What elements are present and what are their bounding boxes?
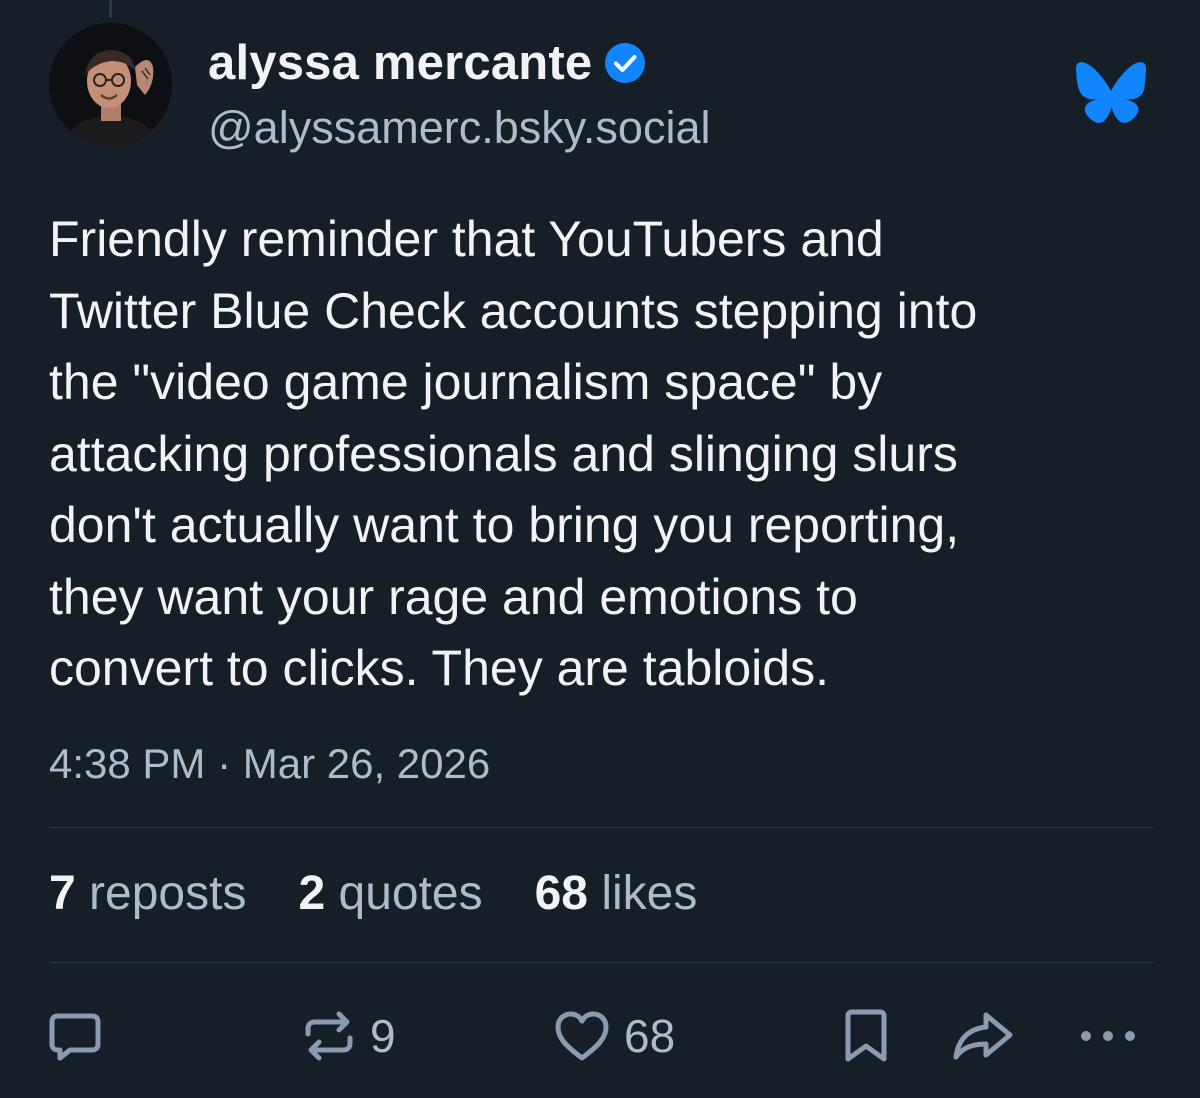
reposts-stat[interactable]: 7 reposts — [49, 866, 246, 921]
likes-label: likes — [588, 867, 698, 920]
reply-button[interactable] — [46, 1006, 104, 1066]
engagement-stats: 7 reposts 2 quotes 68 likes — [49, 866, 749, 921]
post-text: Friendly reminder that YouTubers and Twi… — [49, 211, 978, 696]
share-arrow-icon — [953, 1012, 1013, 1060]
author-block: alyssa mercante @alyssamerc.bsky.social — [208, 34, 710, 154]
repost-count: 9 — [370, 1010, 396, 1062]
avatar[interactable] — [49, 23, 172, 146]
reposts-label: reposts — [75, 867, 247, 920]
verified-badge-icon[interactable] — [604, 42, 646, 84]
repost-button[interactable]: 9 — [300, 1006, 396, 1066]
user-handle[interactable]: @alyssamerc.bsky.social — [208, 102, 710, 154]
bookmark-button[interactable] — [840, 1006, 892, 1066]
post-card: alyssa mercante @alyssamerc.bsky.social … — [0, 0, 1200, 1098]
like-button[interactable]: 68 — [552, 1006, 675, 1066]
name-row: alyssa mercante — [208, 34, 710, 92]
likes-stat[interactable]: 68 likes — [535, 866, 698, 921]
bookmark-icon — [845, 1009, 887, 1062]
quotes-stat[interactable]: 2 quotes — [298, 866, 482, 921]
share-button[interactable] — [950, 1006, 1016, 1066]
divider — [49, 827, 1153, 828]
bluesky-butterfly-icon[interactable] — [1076, 62, 1146, 124]
post-timestamp[interactable]: 4:38 PM · Mar 26, 2026 — [49, 740, 490, 788]
repost-arrows-icon — [305, 1011, 353, 1061]
likes-count: 68 — [534, 867, 588, 920]
more-options-button[interactable] — [1076, 1006, 1140, 1066]
like-count: 68 — [624, 1010, 676, 1062]
quotes-label: quotes — [325, 867, 483, 920]
reposts-count: 7 — [49, 867, 76, 920]
quotes-count: 2 — [298, 867, 326, 920]
display-name[interactable]: alyssa mercante — [208, 35, 592, 91]
ellipsis-icon — [1081, 1031, 1135, 1041]
heart-icon — [555, 1011, 609, 1061]
divider — [49, 962, 1153, 963]
speech-bubble-icon — [49, 1013, 101, 1061]
thread-line — [109, 0, 112, 18]
